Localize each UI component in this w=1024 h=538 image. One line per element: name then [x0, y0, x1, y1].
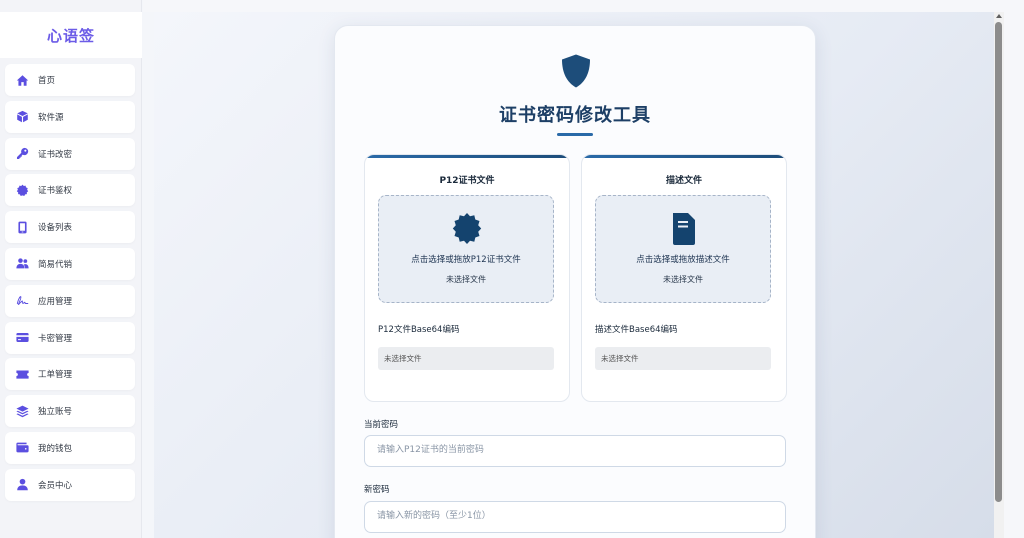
current-password-label: 当前密码	[364, 420, 399, 430]
credit-card-icon	[16, 333, 29, 343]
profile-drop-text: 点击选择或拖放描述文件	[636, 255, 730, 265]
sidebar-item-label: 设备列表	[38, 223, 73, 234]
p12-base64-label: P12文件Base64编码	[378, 325, 460, 335]
file-signature-icon	[668, 212, 700, 246]
sidebar-item-cert-auth[interactable]: 证书鉴权	[5, 174, 135, 207]
sidebar-item-home[interactable]: 首页	[5, 64, 135, 96]
profile-base64-label: 描述文件Base64编码	[595, 325, 678, 335]
cube-icon	[17, 111, 28, 123]
p12-base64-output[interactable]: 未选择文件	[378, 347, 554, 370]
sidebar: 心语签 首页 软件源 证书改密 证书鉴权 设备列表 简易代销 应用管理 卡密管理…	[0, 0, 142, 538]
sidebar-item-label: 证书改密	[38, 149, 73, 160]
sidebar-item-label: 我的钱包	[38, 443, 73, 454]
profile-base64-output[interactable]: 未选择文件	[595, 347, 771, 370]
profile-file-status: 未选择文件	[663, 275, 703, 284]
sidebar-item-member-center[interactable]: 会员中心	[5, 468, 135, 501]
p12-panel-title: P12证书文件	[439, 176, 495, 186]
new-password-input[interactable]: 请输入新的密码（至少1位）	[364, 501, 786, 533]
panel-accent-bar	[365, 155, 569, 158]
profile-upload-panel: 描述文件 点击选择或拖放描述文件 未选择文件 描述文件Base64编码 未选择文…	[581, 154, 787, 402]
sidebar-item-label: 首页	[38, 76, 56, 86]
brand-logo[interactable]: 心语签	[47, 25, 95, 46]
sidebar-item-label: 工单管理	[38, 370, 73, 381]
signature-icon	[16, 296, 29, 306]
brand-header: 心语签	[0, 12, 142, 58]
sidebar-item-label: 证书鉴权	[38, 186, 73, 197]
profile-panel-title: 描述文件	[665, 176, 702, 186]
p12-drop-text: 点击选择或拖放P12证书文件	[411, 255, 521, 265]
phone-icon	[18, 221, 27, 234]
certificate-icon	[451, 212, 483, 246]
sidebar-item-label: 独立账号	[38, 407, 73, 418]
sidebar-item-label: 会员中心	[38, 480, 73, 491]
sidebar-item-resale[interactable]: 简易代销	[5, 247, 135, 280]
shield-icon	[560, 54, 592, 88]
user-icon	[17, 479, 28, 491]
sidebar-item-label: 应用管理	[38, 296, 73, 307]
sidebar-item-label: 软件源	[38, 112, 64, 123]
sidebar-item-cert-password[interactable]: 证书改密	[5, 137, 135, 170]
p12-file-status: 未选择文件	[446, 275, 486, 284]
layers-icon	[16, 405, 29, 417]
current-password-input[interactable]: 请输入P12证书的当前密码	[364, 435, 786, 467]
users-icon	[16, 258, 29, 269]
sidebar-item-label: 简易代销	[38, 259, 73, 270]
p12-dropzone[interactable]: 点击选择或拖放P12证书文件 未选择文件	[378, 195, 554, 303]
sidebar-item-independent-account[interactable]: 独立账号	[5, 395, 135, 428]
wallet-icon	[16, 443, 29, 453]
sidebar-item-devices[interactable]: 设备列表	[5, 211, 135, 244]
p12-upload-panel: P12证书文件 点击选择或拖放P12证书文件 未选择文件 P12文件Base64…	[364, 154, 570, 402]
home-icon	[16, 74, 29, 86]
ticket-icon	[16, 370, 29, 379]
cert-password-card: 证书密码修改工具 P12证书文件 点击选择或拖放P12证书文件 未选择文件 P1…	[334, 25, 816, 538]
vertical-scrollbar[interactable]	[994, 12, 1004, 538]
sidebar-item-label: 卡密管理	[38, 333, 73, 344]
new-password-label: 新密码	[364, 485, 390, 495]
badge-icon	[16, 184, 29, 196]
title-underline	[557, 133, 593, 136]
sidebar-item-wallet[interactable]: 我的钱包	[5, 431, 135, 464]
page-title: 证书密码修改工具	[499, 105, 651, 126]
right-margin	[1004, 12, 1024, 538]
key-icon	[16, 147, 29, 160]
sidebar-nav: 首页 软件源 证书改密 证书鉴权 设备列表 简易代销 应用管理 卡密管理 工单管…	[5, 64, 135, 506]
sidebar-item-card-keys[interactable]: 卡密管理	[5, 321, 135, 354]
sidebar-item-app-management[interactable]: 应用管理	[5, 284, 135, 317]
sidebar-item-software-source[interactable]: 软件源	[5, 100, 135, 133]
profile-dropzone[interactable]: 点击选择或拖放描述文件 未选择文件	[595, 195, 771, 303]
top-strip	[143, 0, 1024, 12]
panel-accent-bar	[582, 155, 786, 158]
sidebar-item-tickets[interactable]: 工单管理	[5, 358, 135, 391]
scroll-thumb[interactable]	[995, 22, 1002, 502]
scroll-up-arrow-icon[interactable]	[996, 14, 1002, 18]
